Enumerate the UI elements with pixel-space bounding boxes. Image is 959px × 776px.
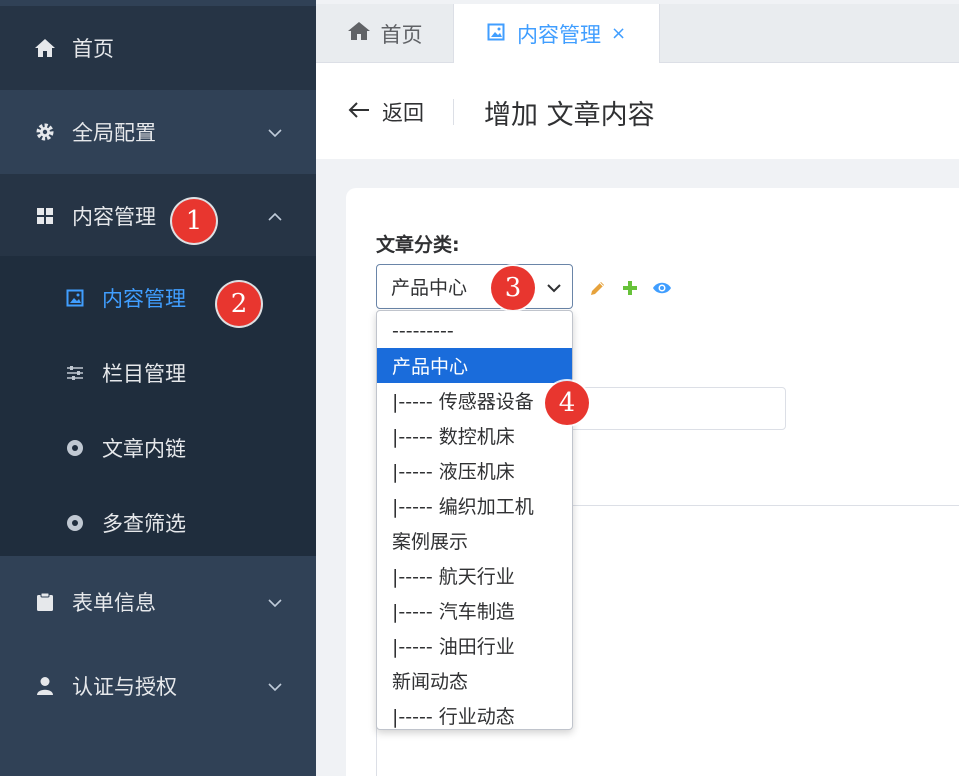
home-icon [347, 21, 371, 46]
back-button[interactable]: 返回 [348, 97, 424, 127]
annotation-badge: 2 [217, 282, 261, 326]
dropdown-option[interactable]: --------- [377, 313, 572, 348]
image-icon [487, 22, 505, 46]
dropdown-option[interactable]: |----- 传感器设备 [377, 383, 572, 418]
header-divider [453, 99, 454, 125]
tab-bar: 首页 内容管理 × [316, 4, 959, 63]
dropdown-option[interactable]: 案例展示 [377, 523, 572, 558]
chevron-down-icon [546, 279, 562, 301]
category-label: 文章分类: [376, 234, 460, 256]
sidebar-subitem-label: 内容管理 [102, 286, 186, 311]
sliders-icon [64, 362, 86, 384]
sidebar-item-home[interactable]: 首页 [0, 6, 316, 90]
tab-label: 内容管理 [516, 22, 601, 47]
arrow-left-icon [348, 100, 370, 124]
annotation-badge: 3 [491, 266, 535, 310]
sidebar-subitem-label: 文章内链 [102, 436, 186, 461]
sidebar-subitem-content[interactable]: 内容管理 [0, 260, 316, 335]
sidebar-item-label: 全局配置 [72, 121, 156, 145]
clipboard-icon [34, 591, 56, 613]
dropdown-option[interactable]: |----- 数控机床 [377, 418, 572, 453]
category-select-value: 产品中心 [391, 277, 468, 299]
sidebar-item-content[interactable]: 内容管理 [0, 174, 316, 258]
tab-content-management[interactable]: 内容管理 × [453, 4, 660, 63]
close-icon[interactable]: × [611, 23, 626, 44]
circle-dot-icon [64, 512, 86, 534]
chevron-down-icon [266, 593, 284, 611]
dropdown-option[interactable]: |----- 液压机床 [377, 453, 572, 488]
dropdown-option[interactable]: |----- 编织加工机 [377, 488, 572, 523]
sidebar: 首页 全局配置 内容管理 内容管理 栏目管理 文章内链 多查筛选 表单信息 认证… [0, 0, 316, 776]
annotation-badge: 1 [172, 199, 216, 243]
sidebar-item-global-config[interactable]: 全局配置 [0, 90, 316, 174]
pencil-icon[interactable] [588, 278, 608, 298]
back-label: 返回 [382, 101, 424, 125]
sidebar-item-label: 内容管理 [72, 205, 156, 229]
eye-icon[interactable] [652, 278, 672, 298]
dropdown-option[interactable]: |----- 行业动态 [377, 698, 572, 729]
category-actions [588, 278, 672, 298]
tab-label: 首页 [380, 22, 423, 47]
grid-icon [34, 205, 56, 227]
sidebar-subitem-internal-links[interactable]: 文章内链 [0, 410, 316, 485]
annotation-badge: 4 [545, 381, 589, 425]
plus-icon[interactable] [620, 278, 640, 298]
category-dropdown: --------- 产品中心 |----- 传感器设备 |----- 数控机床 … [376, 310, 573, 730]
dropdown-option-selected[interactable]: 产品中心 [377, 348, 572, 383]
sidebar-item-label: 认证与授权 [72, 675, 177, 699]
dropdown-option[interactable]: |----- 航天行业 [377, 558, 572, 593]
circle-dot-icon [64, 437, 86, 459]
sidebar-item-label: 表单信息 [72, 591, 156, 615]
sidebar-subitem-multi-filter[interactable]: 多查筛选 [0, 485, 316, 560]
image-icon [64, 287, 86, 309]
sidebar-item-form-info[interactable]: 表单信息 [0, 560, 316, 644]
page-header: 返回 增加 文章内容 [316, 63, 959, 159]
category-select[interactable]: 产品中心 [376, 264, 573, 309]
sidebar-item-label: 首页 [72, 37, 114, 61]
submenu: 内容管理 栏目管理 文章内链 多查筛选 [0, 256, 316, 556]
tab-home[interactable]: 首页 [316, 4, 453, 63]
page-title: 增加 文章内容 [484, 100, 655, 131]
sidebar-subitem-label: 栏目管理 [102, 361, 186, 386]
chevron-down-icon [266, 123, 284, 141]
dropdown-option[interactable]: 新闻动态 [377, 663, 572, 698]
chevron-up-icon [266, 207, 284, 225]
sidebar-subitem-columns[interactable]: 栏目管理 [0, 335, 316, 410]
home-icon [34, 37, 56, 59]
dropdown-option[interactable]: |----- 汽车制造 [377, 593, 572, 628]
gear-icon [34, 121, 56, 143]
dropdown-option[interactable]: |----- 油田行业 [377, 628, 572, 663]
user-icon [34, 675, 56, 697]
chevron-down-icon [266, 677, 284, 695]
sidebar-item-auth[interactable]: 认证与授权 [0, 644, 316, 728]
sidebar-subitem-label: 多查筛选 [102, 511, 186, 536]
